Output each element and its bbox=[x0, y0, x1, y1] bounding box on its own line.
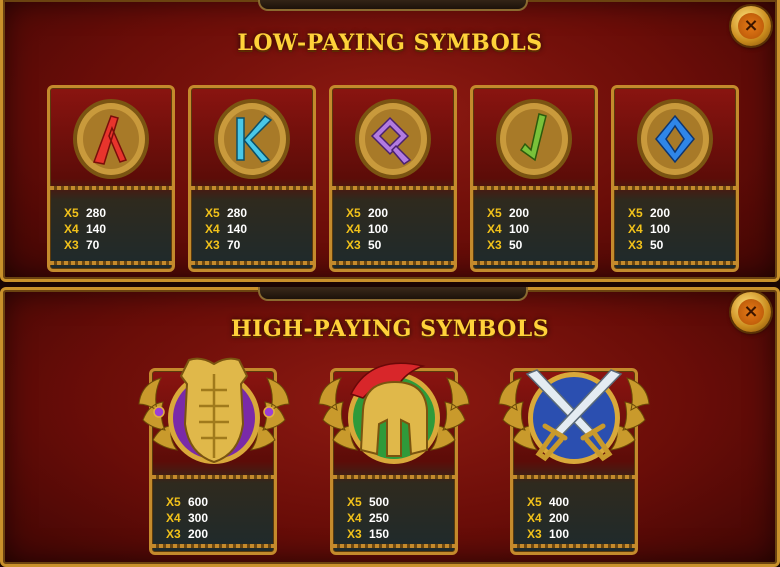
pay-multiplier: X4 bbox=[205, 222, 220, 236]
pay-multiplier: X5 bbox=[347, 495, 362, 509]
pay-amount: 50 bbox=[650, 238, 664, 252]
pay-multiplier: X5 bbox=[64, 206, 79, 220]
diamond-shield-icon bbox=[637, 99, 713, 179]
symbol-card-q: X5 200 X4 100 X3 50 bbox=[329, 85, 457, 272]
pay-amount: 50 bbox=[368, 238, 382, 252]
pay-amount: 140 bbox=[227, 222, 248, 236]
pay-amount: 200 bbox=[188, 527, 209, 541]
pay-multiplier: X4 bbox=[628, 222, 643, 236]
helmet-icon bbox=[318, 362, 470, 464]
pay-amount: 200 bbox=[549, 511, 570, 525]
pay-amount: 70 bbox=[86, 238, 100, 252]
pay-amount: 250 bbox=[369, 511, 390, 525]
pay-amount: 100 bbox=[549, 527, 570, 541]
pay-amount: 200 bbox=[650, 206, 671, 220]
pay-multiplier: X5 bbox=[166, 495, 181, 509]
pay-multiplier: X3 bbox=[166, 527, 181, 541]
pay-multiplier: X4 bbox=[487, 222, 502, 236]
lambda-shield-icon bbox=[73, 99, 149, 179]
pay-multiplier: X5 bbox=[346, 206, 361, 220]
pay-amount: 400 bbox=[549, 495, 570, 509]
pay-amount: 600 bbox=[188, 495, 209, 509]
pay-multiplier: X4 bbox=[527, 511, 542, 525]
k-shield-icon bbox=[214, 99, 290, 179]
pay-multiplier: X3 bbox=[64, 238, 79, 252]
close-icon: × bbox=[738, 13, 764, 39]
pay-multiplier: X4 bbox=[346, 222, 361, 236]
pay-multiplier: X5 bbox=[487, 206, 502, 220]
pay-amount: 200 bbox=[368, 206, 389, 220]
pay-amount: 300 bbox=[188, 511, 209, 525]
pay-multiplier: X3 bbox=[487, 238, 502, 252]
pay-multiplier: X3 bbox=[347, 527, 362, 541]
pay-multiplier: X3 bbox=[628, 238, 643, 252]
close-button[interactable]: × bbox=[731, 292, 771, 332]
armor-icon bbox=[138, 357, 290, 464]
pay-multiplier: X3 bbox=[346, 238, 361, 252]
pay-amount: 500 bbox=[369, 495, 390, 509]
symbol-card-lambda: X5 280 X4 140 X3 70 bbox=[47, 85, 175, 272]
symbol-card-k: X5 280 X4 140 X3 70 bbox=[188, 85, 316, 272]
pay-amount: 280 bbox=[86, 206, 107, 220]
pay-amount: 150 bbox=[369, 527, 390, 541]
pay-amount: 100 bbox=[650, 222, 671, 236]
pay-amount: 70 bbox=[227, 238, 241, 252]
pay-amount: 100 bbox=[509, 222, 530, 236]
low-paying-panel: LOW-PAYING SYMBOLS × X5 280 X4 140 X3 70 X5… bbox=[0, 0, 780, 282]
pay-amount: 50 bbox=[509, 238, 523, 252]
top-ornament bbox=[258, 287, 528, 301]
j-shield-icon bbox=[496, 99, 572, 179]
pay-amount: 280 bbox=[227, 206, 248, 220]
pay-amount: 140 bbox=[86, 222, 107, 236]
symbol-card-j: X5 200 X4 100 X3 50 bbox=[470, 85, 598, 272]
pay-multiplier: X5 bbox=[628, 206, 643, 220]
pay-amount: 100 bbox=[368, 222, 389, 236]
pay-amount: 200 bbox=[509, 206, 530, 220]
symbol-card-diamond: X5 200 X4 100 X3 50 bbox=[611, 85, 739, 272]
pay-multiplier: X5 bbox=[205, 206, 220, 220]
pay-multiplier: X4 bbox=[166, 511, 181, 525]
pay-multiplier: X5 bbox=[527, 495, 542, 509]
pay-multiplier: X3 bbox=[527, 527, 542, 541]
top-ornament bbox=[258, 0, 528, 11]
high-paying-title: HIGH-PAYING SYMBOLS bbox=[230, 316, 550, 342]
low-paying-title: LOW-PAYING SYMBOLS bbox=[237, 30, 543, 56]
high-paying-panel: HIGH-PAYING SYMBOLS × X5 600 X4 300 X3 200 … bbox=[0, 287, 780, 567]
close-button[interactable]: × bbox=[731, 6, 771, 46]
pay-multiplier: X4 bbox=[347, 511, 362, 525]
pay-multiplier: X3 bbox=[205, 238, 220, 252]
close-icon: × bbox=[738, 299, 764, 325]
crossed-swords-icon bbox=[498, 369, 650, 464]
pay-multiplier: X4 bbox=[64, 222, 79, 236]
q-shield-icon bbox=[355, 99, 431, 179]
